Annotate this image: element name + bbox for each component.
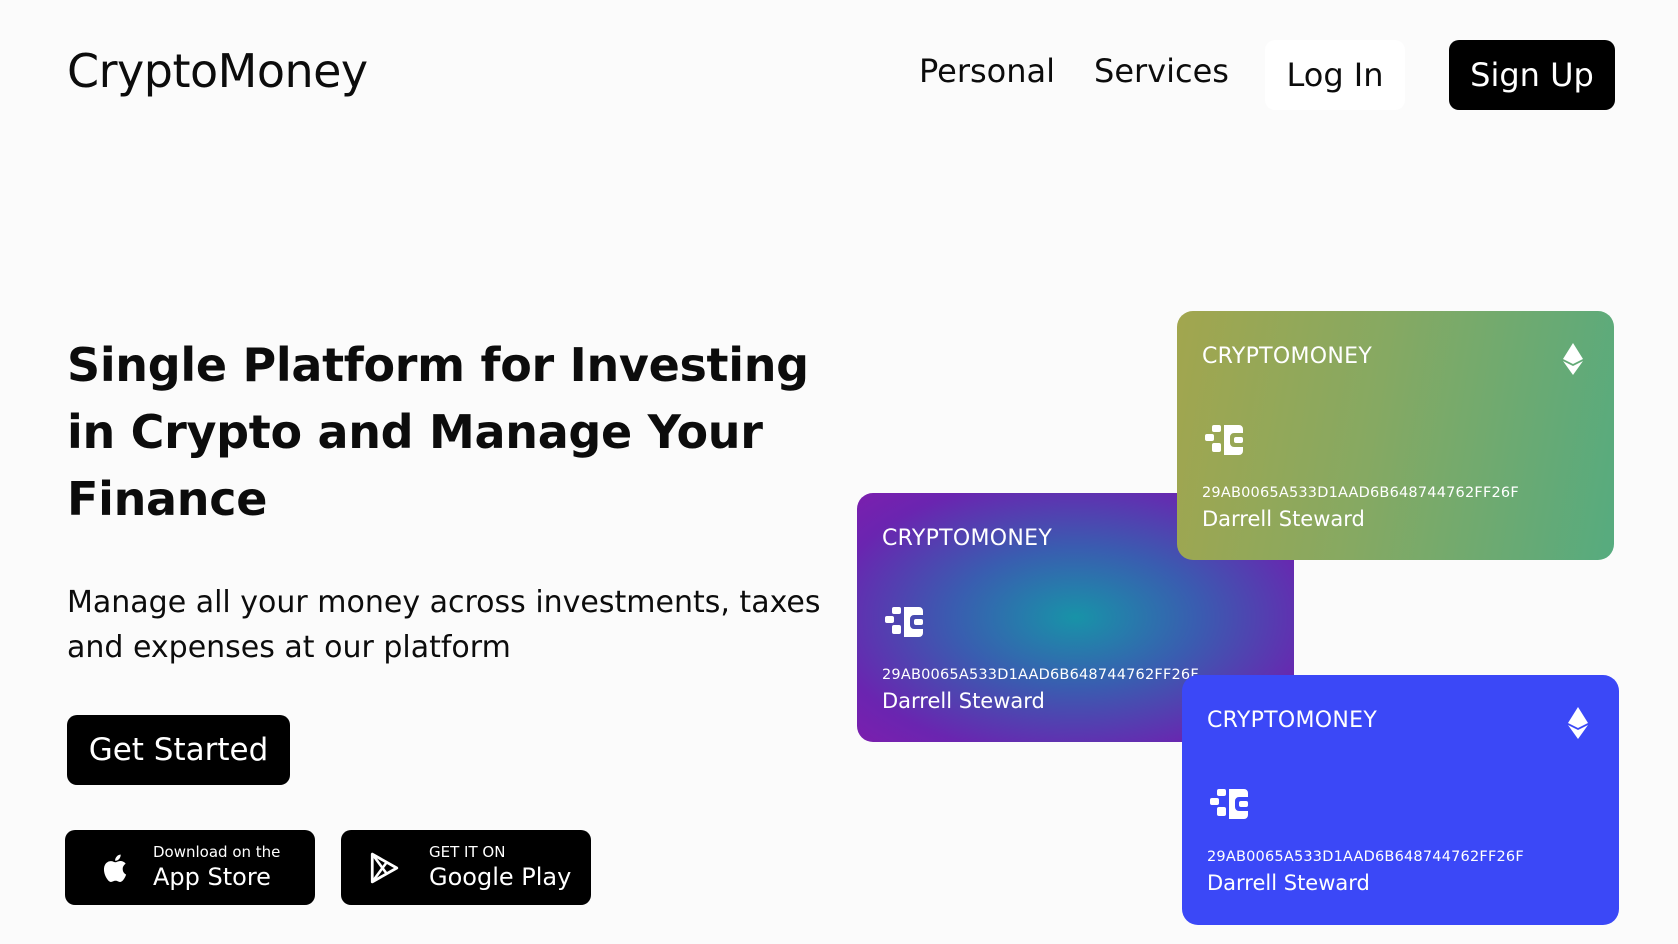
- landing-page: CryptoMoney Personal Services Log In Sig…: [0, 0, 1678, 944]
- card-holder: Darrell Steward: [882, 689, 1045, 713]
- card-brand: CRYPTOMONEY: [1202, 344, 1373, 369]
- google-play-label: Google Play: [429, 863, 572, 891]
- chip-icon: [885, 607, 923, 637]
- card-brand: CRYPTOMONEY: [1207, 708, 1378, 733]
- chip-icon: [1210, 789, 1248, 819]
- ethereum-icon: [1563, 343, 1583, 375]
- card-number: 29AB0065A533D1AAD6B648744762FF26F: [1202, 485, 1519, 501]
- hero-title: Single Platform for Investing in Crypto …: [67, 338, 809, 526]
- card-brand: CRYPTOMONEY: [882, 526, 1053, 551]
- card-holder: Darrell Steward: [1207, 871, 1370, 895]
- hero-subtitle: Manage all your money across investments…: [67, 585, 821, 665]
- play-icon: [370, 852, 399, 884]
- get-started-button[interactable]: Get Started: [67, 715, 290, 785]
- crypto-card-blue: CRYPTOMONEY 29AB0065A533D1AAD6B648744762…: [1182, 675, 1619, 925]
- nav-personal[interactable]: Personal: [919, 52, 1055, 90]
- card-number: 29AB0065A533D1AAD6B648744762FF26F: [882, 667, 1199, 683]
- google-play-small-text: GET IT ON: [429, 843, 506, 861]
- logo[interactable]: CryptoMoney: [67, 44, 368, 98]
- app-store-label: App Store: [153, 863, 271, 891]
- ethereum-icon: [1568, 707, 1588, 739]
- google-play-button[interactable]: GET IT ON Google Play: [341, 830, 591, 905]
- nav-services[interactable]: Services: [1094, 52, 1229, 90]
- crypto-card-green: CRYPTOMONEY 29AB0065A533D1AAD6B648744762…: [1177, 311, 1614, 560]
- signup-button[interactable]: Sign Up: [1449, 40, 1615, 110]
- apple-icon: [103, 854, 127, 882]
- card-holder: Darrell Steward: [1202, 507, 1365, 531]
- chip-icon: [1205, 425, 1243, 455]
- login-button[interactable]: Log In: [1265, 40, 1405, 110]
- card-number: 29AB0065A533D1AAD6B648744762FF26F: [1207, 849, 1524, 865]
- app-store-button[interactable]: Download on the App Store: [65, 830, 315, 905]
- app-store-small-text: Download on the: [153, 843, 281, 861]
